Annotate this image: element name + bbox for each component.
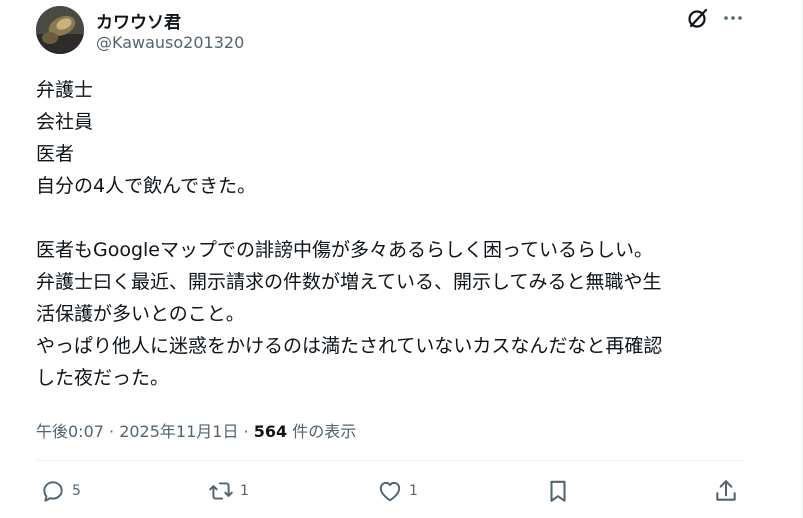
display-name[interactable]: カワウソ君 xyxy=(96,8,181,33)
tweet-line: 自分の4人で飲んできた。 xyxy=(36,175,257,197)
timestamp[interactable]: 午後0:07 · 2025年11月1日 · xyxy=(36,422,254,441)
tweet-line: した夜だった。 xyxy=(36,367,170,389)
retweet-button[interactable]: 1 xyxy=(208,478,249,504)
like-button[interactable]: 1 xyxy=(377,478,418,504)
like-count: 1 xyxy=(409,483,418,499)
tweet-text: 弁護士 会社員 医者 自分の4人で飲んできた。 医者もGoogleマップでの誹謗… xyxy=(36,74,756,394)
tweet-line: 弁護士 xyxy=(36,79,94,101)
retweet-icon xyxy=(209,482,233,500)
tweet-line: 医者もGoogleマップでの誹謗中傷が多々あるらしく困っているらしい。 xyxy=(36,239,654,261)
retweet-count: 1 xyxy=(240,483,249,499)
bookmark-icon xyxy=(550,480,566,502)
avatar-image xyxy=(36,6,84,54)
reply-button[interactable]: 5 xyxy=(40,478,81,504)
tweet-line: 活保護が多いとのこと。 xyxy=(36,303,245,325)
view-count: 564 xyxy=(253,422,288,441)
grok-icon[interactable] xyxy=(686,6,710,30)
tweet-meta: 午後0:07 · 2025年11月1日 · 564 件の表示 xyxy=(36,418,356,442)
avatar[interactable] xyxy=(36,6,84,54)
user-handle[interactable]: @Kawauso201320 xyxy=(96,33,244,52)
tweet-line: やっぱり他人に迷惑をかけるのは満たされていないカスなんだなと再確認 xyxy=(36,335,663,357)
tweet-line: 医者 xyxy=(36,143,75,165)
reply-count: 5 xyxy=(72,483,81,499)
share-icon xyxy=(716,480,736,501)
share-button[interactable] xyxy=(713,478,739,504)
tweet-line: 弁護士曰く最近、開示請求の件数が増えている、開示してみると無職や生 xyxy=(36,271,662,293)
tweet-card: カワウソ君 @Kawauso201320 弁護士 会社員 医者 自分の4人で飲ん… xyxy=(0,0,803,518)
tweet-line: 会社員 xyxy=(36,111,94,133)
heart-icon xyxy=(379,481,401,502)
bookmark-button[interactable] xyxy=(545,478,571,504)
divider xyxy=(36,460,744,461)
view-label: 件の表示 xyxy=(287,422,357,441)
more-icon[interactable] xyxy=(721,6,745,30)
reply-icon xyxy=(43,481,63,502)
